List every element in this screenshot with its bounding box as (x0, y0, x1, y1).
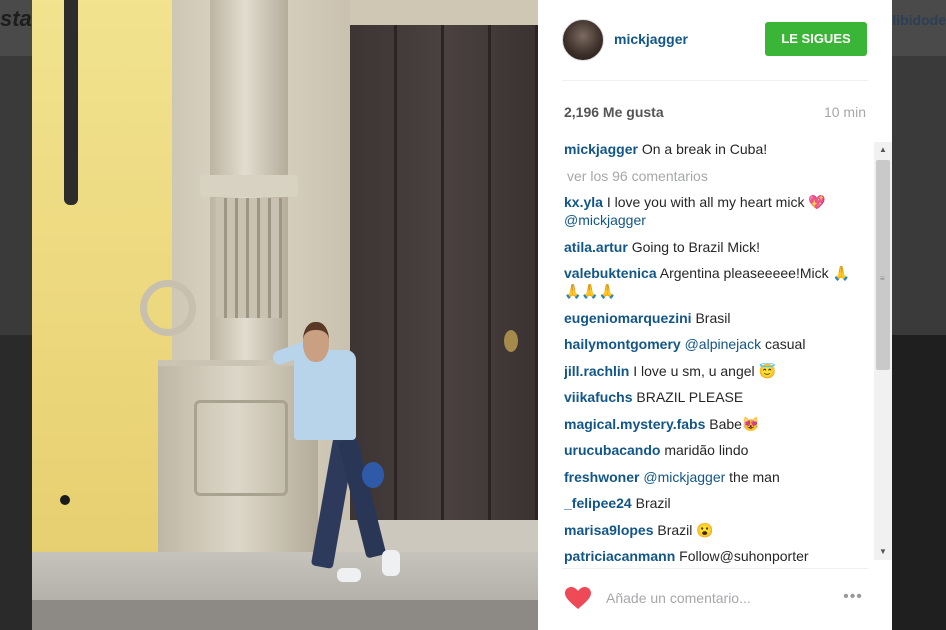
photo-door-lintel (350, 0, 538, 28)
comment-text: Follow@suhonporter (675, 548, 809, 564)
comment-text: Brazil (631, 495, 671, 511)
comment-item: kx.yla I love you with all my heart mick… (564, 193, 854, 229)
comment-item: urucubacando maridão lindo (564, 441, 854, 459)
comment-username[interactable]: urucubacando (564, 442, 660, 458)
photo-person-shirt (294, 350, 356, 440)
photo-column-capital (200, 175, 298, 197)
caption: mickjagger On a break in Cuba! (564, 140, 854, 158)
comment-mention[interactable]: @mickjagger (564, 212, 646, 228)
comment-item: _felipee24 Brazil (564, 494, 854, 512)
add-comment-input[interactable] (604, 586, 828, 610)
comment-username[interactable]: atila.artur (564, 239, 628, 255)
comment-text: maridão lindo (660, 442, 749, 458)
comment-item: hailymontgomery @alpinejack casual (564, 335, 854, 353)
comment-username[interactable]: kx.yla (564, 194, 603, 210)
scroll-up-arrow-icon[interactable]: ▲ (874, 142, 892, 158)
comment-item: magical.mystery.fabs Babe😻 (564, 415, 854, 433)
comment-username[interactable]: freshwoner (564, 469, 639, 485)
photo-column-flutes (216, 198, 282, 318)
comments-list: mickjagger On a break in Cuba! ver los 9… (564, 140, 878, 565)
comment-text-after: casual (761, 336, 806, 352)
photo-door-knocker (504, 330, 518, 352)
comments-scrollbar[interactable]: ▲ ≡ ▼ (874, 142, 892, 560)
more-options-icon[interactable]: ••• (838, 588, 868, 608)
comment-username[interactable]: patriciacanmann (564, 548, 675, 564)
post-timestamp[interactable]: 10 min (824, 104, 866, 120)
view-all-comments-link[interactable]: ver los 96 comentarios (567, 167, 878, 185)
photo-person-shoe (382, 550, 400, 576)
scroll-grip-icon: ≡ (880, 274, 885, 283)
footer-divider (562, 568, 868, 569)
follow-button[interactable]: LE SIGUES (765, 22, 867, 56)
comment-item: jill.rachlin I love u sm, u angel 😇 (564, 362, 854, 380)
author-username[interactable]: mickjagger (614, 31, 688, 47)
photo-curb (32, 600, 538, 630)
comment-username[interactable]: mickjagger (564, 141, 638, 157)
scroll-thumb[interactable]: ≡ (876, 160, 890, 370)
photo-drainpipe (64, 0, 78, 205)
photo-person-shoe (337, 568, 361, 582)
comment-username[interactable]: magical.mystery.fabs (564, 416, 705, 432)
post-header: mickjagger LE SIGUES (538, 0, 892, 80)
comment-item: patriciacanmann Follow@suhonporter (564, 547, 854, 565)
background-strip-right (892, 335, 946, 630)
background-username-fragment: libidode (892, 12, 946, 28)
comment-username[interactable]: valebuktenica (564, 265, 657, 281)
comment-item: viikafuchs BRAZIL PLEASE (564, 388, 854, 406)
comment-username[interactable]: hailymontgomery (564, 336, 681, 352)
comment-item: eugeniomarquezini Brasil (564, 309, 854, 327)
photo-pedestal-panel (194, 400, 288, 496)
photo-wall-hole (60, 495, 70, 505)
comment-text: Going to Brazil Mick! (627, 238, 761, 255)
author-avatar[interactable] (562, 19, 604, 61)
comment-username[interactable]: marisa9lopes (564, 522, 654, 538)
comment-item: freshwoner @mickjagger the man (564, 468, 854, 486)
likes-count[interactable]: 2,196 Me gusta (564, 104, 664, 120)
photo-person-head (303, 322, 329, 362)
comment-text: On a break in Cuba! (637, 141, 768, 157)
comment-text: Babe😻 (705, 415, 760, 432)
comment-mention[interactable]: @mickjagger (643, 469, 725, 485)
post-side-panel: mickjagger LE SIGUES 2,196 Me gusta 10 m… (538, 0, 892, 630)
comment-text-after: the man (725, 468, 780, 485)
comment-username[interactable]: viikafuchs (564, 389, 632, 405)
photo-stone-scroll (140, 280, 196, 336)
comment-text: I love u sm, u angel 😇 (629, 362, 776, 379)
header-divider (562, 80, 868, 81)
comment-text: BRAZIL PLEASE (632, 389, 744, 405)
photo-person-hat (362, 462, 384, 488)
comment-item: valebuktenica Argentina pleaseeeee!Mick … (564, 264, 854, 300)
comment-item: marisa9lopes Brazil 😮 (564, 521, 854, 539)
comment-item: atila.artur Going to Brazil Mick! (564, 238, 854, 256)
comment-username[interactable]: _felipee24 (564, 495, 632, 511)
heart-icon[interactable] (564, 586, 592, 610)
photo-door-panels (350, 25, 538, 530)
comment-text: Brasil (691, 309, 731, 326)
background-strip-left (0, 335, 32, 630)
scroll-down-arrow-icon[interactable]: ▼ (874, 544, 892, 560)
comment-text: I love you with all my heart mick 💖 (602, 194, 826, 210)
comment-text: Brazil 😮 (653, 521, 714, 538)
post-photo[interactable] (32, 0, 538, 630)
comment-username[interactable]: jill.rachlin (564, 363, 629, 379)
comment-username[interactable]: eugeniomarquezini (564, 310, 692, 326)
comment-mention[interactable]: @alpinejack (685, 336, 761, 352)
